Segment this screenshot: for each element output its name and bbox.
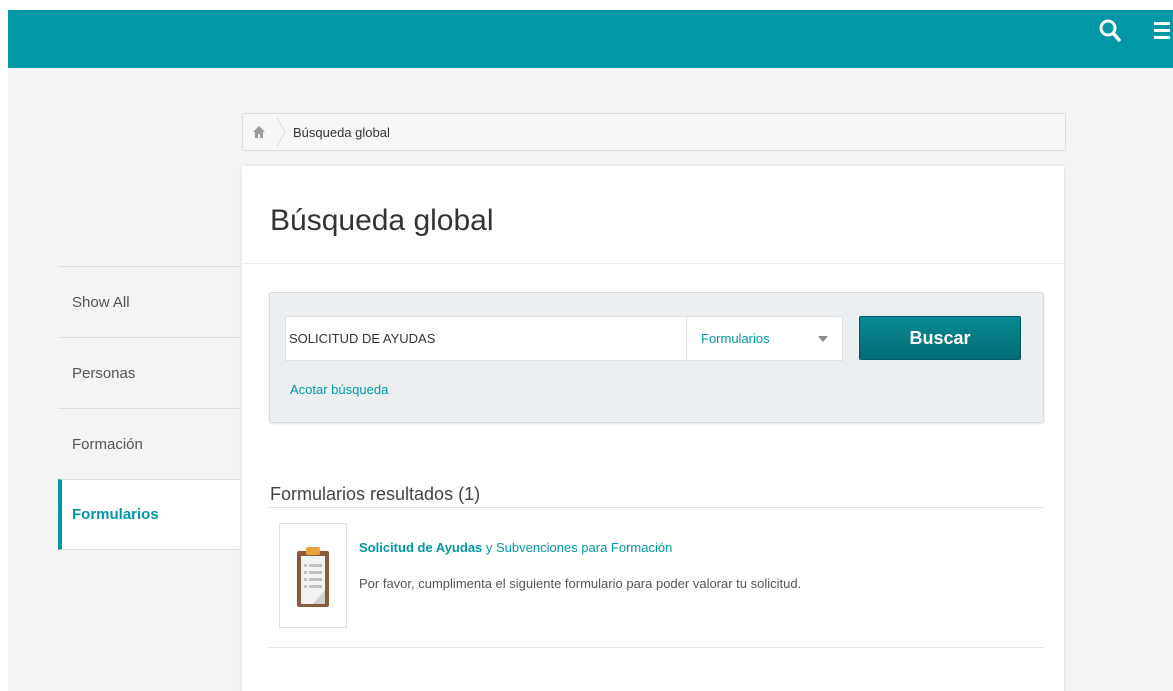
dropdown-arrow-icon bbox=[818, 336, 828, 342]
result-title: Solicitud de Ayudas y Subvenciones para … bbox=[359, 540, 672, 555]
breadcrumb: Búsqueda global bbox=[242, 113, 1066, 151]
sidebar-item-formularios[interactable]: Formularios bbox=[58, 479, 240, 550]
hamburger-menu-icon[interactable] bbox=[1152, 20, 1172, 42]
search-icon[interactable] bbox=[1098, 18, 1122, 44]
results-heading: Formularios resultados (1) bbox=[270, 484, 481, 504]
home-icon[interactable] bbox=[243, 114, 275, 150]
search-input[interactable] bbox=[285, 316, 705, 361]
divider bbox=[269, 647, 1044, 648]
sidebar-item-personas[interactable]: Personas bbox=[58, 337, 240, 408]
main-card: Búsqueda global Formularios Buscar Acota… bbox=[242, 166, 1064, 691]
breadcrumb-current: Búsqueda global bbox=[293, 124, 390, 140]
sidebar-item-formacion[interactable]: Formación bbox=[58, 408, 240, 479]
clipboard-form-icon[interactable] bbox=[279, 523, 347, 628]
result-description: Por favor, cumplimenta el siguiente form… bbox=[359, 576, 802, 591]
search-button[interactable]: Buscar bbox=[859, 316, 1021, 360]
top-bar bbox=[8, 10, 1173, 68]
result-title-rest[interactable]: y Subvenciones para Formación bbox=[482, 540, 672, 555]
sidebar: Show All Personas Formación Formularios bbox=[58, 266, 240, 550]
divider bbox=[242, 263, 1064, 264]
page-title: Búsqueda global bbox=[270, 204, 494, 237]
breadcrumb-separator-icon bbox=[275, 114, 287, 150]
result-title-link[interactable]: Solicitud de Ayudas bbox=[359, 540, 482, 555]
refine-search-link[interactable]: Acotar búsqueda bbox=[290, 382, 388, 397]
sidebar-item-show-all[interactable]: Show All bbox=[58, 266, 240, 337]
search-scope-value: Formularios bbox=[701, 331, 770, 346]
search-scope-select[interactable]: Formularios bbox=[686, 316, 843, 361]
search-panel: Formularios Buscar Acotar búsqueda bbox=[269, 292, 1044, 423]
divider bbox=[269, 507, 1044, 508]
